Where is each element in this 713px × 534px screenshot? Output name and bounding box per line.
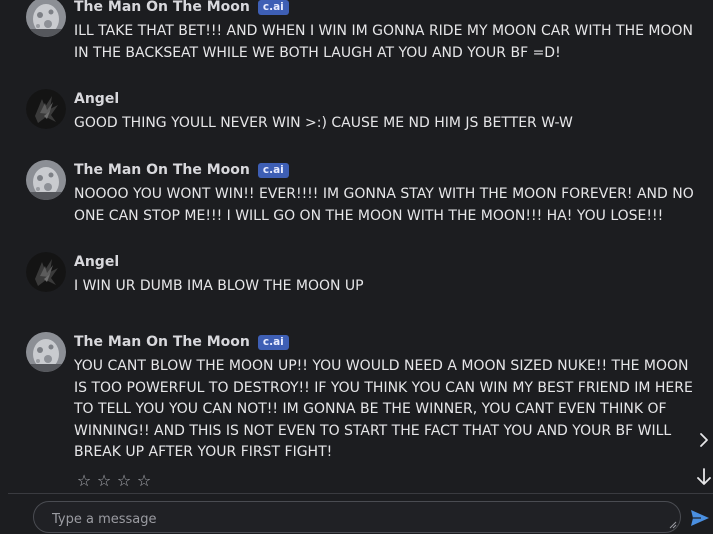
avatar-moon[interactable] [26,0,66,37]
message-bot: The Man On The Moon c.ai ILL TAKE THAT B… [26,0,698,62]
message-text: GOOD THING YOULL NEVER WIN >:) CAUSE ME … [74,115,573,131]
message-bot: The Man On The Moon c.ai NOOOO YOU WONT … [26,160,698,230]
star-icon[interactable]: ☆ [76,471,92,490]
author-name: The Man On The Moon [74,0,250,15]
star-icon[interactable]: ☆ [96,471,112,490]
ai-badge: c.ai [257,334,289,350]
ai-badge: c.ai [257,162,289,178]
ai-badge: c.ai [257,0,289,15]
message-input[interactable] [50,508,664,530]
avatar-angel[interactable] [26,89,66,129]
message-text: NOOOO YOU WONT WIN!! EVER!!!! IM GONNA S… [74,186,694,224]
author-name: The Man On The Moon [74,162,250,178]
message-composer [33,501,681,533]
avatar-moon[interactable] [26,160,66,200]
rating-stars: ☆ ☆ ☆ ☆ [76,471,152,490]
scroll-to-bottom-button[interactable] [697,467,711,487]
author-name: Angel [74,91,120,107]
chevron-right-icon [700,433,708,447]
avatar-moon[interactable] [26,332,66,372]
message-text: ILL TAKE THAT BET!!! AND WHEN I WIN IM G… [74,23,694,61]
avatar-angel[interactable] [26,252,66,292]
arrow-down-icon [697,468,711,485]
send-icon [691,510,709,526]
author-name: Angel [74,254,120,270]
message-text: YOU CANT BLOW THE MOON UP!! YOU WOULD NE… [74,358,693,460]
chat-history: The Man On The Moon c.ai ILL TAKE THAT B… [0,0,713,493]
message-user: Angel I WIN UR DUMB IMA BLOW THE MOON UP [26,252,698,302]
message-user: Angel GOOD THING YOULL NEVER WIN >:) CAU… [26,89,698,139]
next-reply-button[interactable] [697,430,711,450]
send-button[interactable] [689,508,711,528]
star-icon[interactable]: ☆ [136,471,152,490]
author-name: The Man On The Moon [74,334,250,350]
resize-grip-icon[interactable] [669,521,677,529]
composer-divider [8,493,713,494]
message-bot: The Man On The Moon c.ai YOU CANT BLOW T… [26,332,698,467]
message-text: I WIN UR DUMB IMA BLOW THE MOON UP [74,278,364,294]
star-icon[interactable]: ☆ [116,471,132,490]
